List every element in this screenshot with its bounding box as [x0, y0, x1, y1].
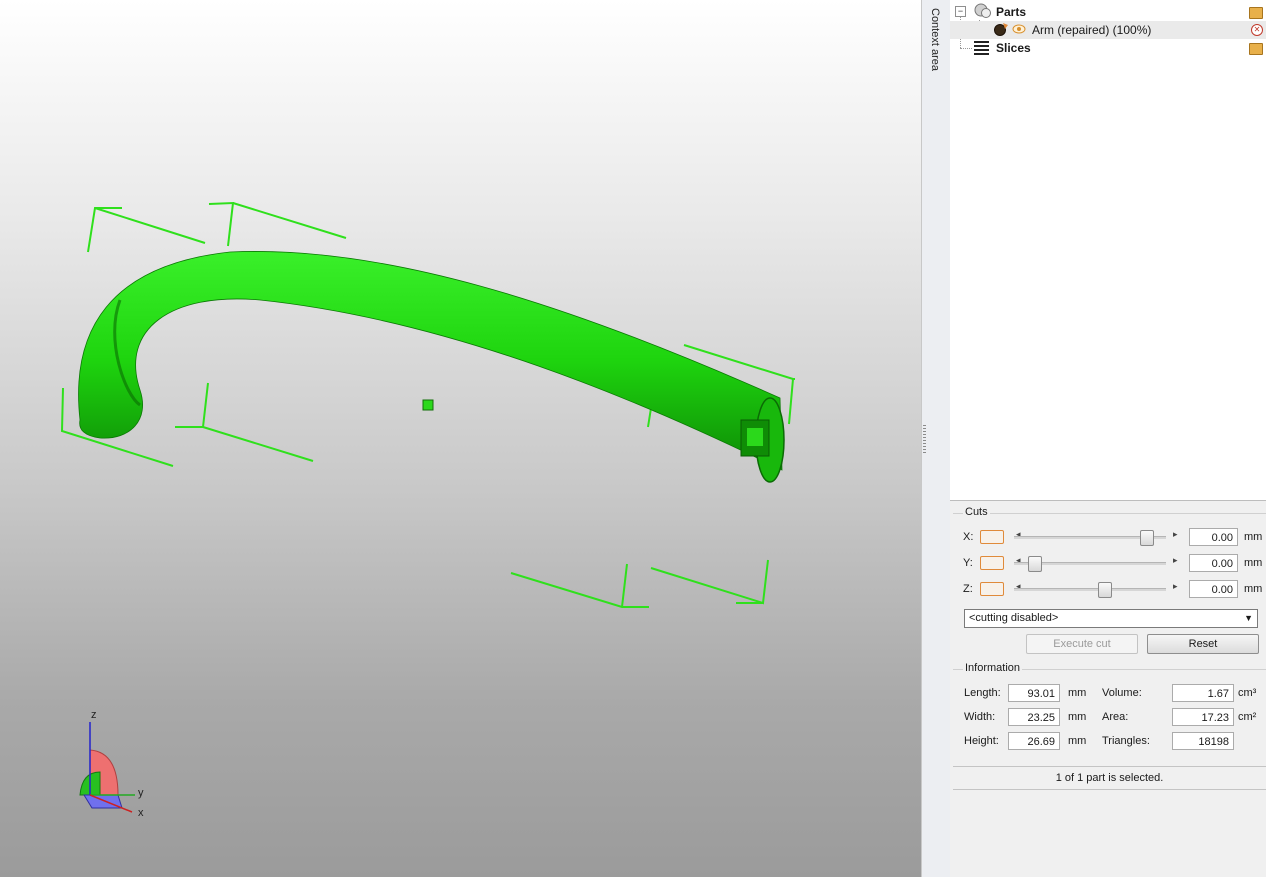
cut-z-label: Z: — [963, 583, 973, 595]
cut-mode-select[interactable]: <cutting disabled> ▼ — [964, 609, 1258, 628]
height-value: 26.69 — [1008, 732, 1060, 750]
selection-status: 1 of 1 part is selected. — [953, 766, 1266, 790]
triangles-value: 18198 — [1172, 732, 1234, 750]
slider-right-arrow-icon[interactable]: ▸ — [1173, 581, 1178, 592]
splitter-grip[interactable] — [923, 425, 926, 455]
length-unit: mm — [1068, 687, 1087, 699]
width-value: 23.25 — [1008, 708, 1060, 726]
cut-y-color-chip[interactable] — [980, 556, 1004, 570]
length-label: Length: — [964, 687, 1001, 699]
reset-button[interactable]: Reset — [1147, 634, 1259, 654]
pivot-marker — [422, 399, 434, 411]
length-value: 93.01 — [1008, 684, 1060, 702]
cut-y-unit: mm — [1244, 557, 1263, 569]
cut-mode-value: <cutting disabled> — [969, 612, 1059, 624]
volume-unit: cm³ — [1238, 687, 1257, 699]
slices-label: Slices — [996, 41, 1031, 55]
volume-value: 1.67 — [1172, 684, 1234, 702]
cut-z-input[interactable]: 0.00 — [1189, 580, 1238, 598]
cut-x-label: X: — [963, 531, 974, 543]
open-folder-icon[interactable] — [1249, 43, 1263, 55]
execute-cut-button[interactable]: Execute cut — [1026, 634, 1138, 654]
axes-gizmo — [79, 722, 135, 813]
y-axis-label: y — [138, 787, 144, 799]
context-area-label: Context area — [929, 8, 941, 71]
width-label: Width: — [964, 711, 996, 723]
parts-tree[interactable]: − Parts Arm (repaired) (100%) ✕ Slices — [950, 0, 1266, 501]
remove-part-icon[interactable]: ✕ — [1251, 24, 1263, 36]
volume-label: Volume: — [1102, 687, 1142, 699]
slices-icon — [974, 41, 989, 55]
collapse-icon[interactable]: − — [955, 6, 966, 17]
cut-z-slider-thumb[interactable] — [1098, 582, 1112, 598]
triangles-label: Triangles: — [1102, 735, 1150, 747]
z-axis-label: z — [91, 709, 97, 721]
area-value: 17.23 — [1172, 708, 1234, 726]
part-icon — [994, 23, 1008, 36]
right-panel: − Parts Arm (repaired) (100%) ✕ Slices C… — [950, 0, 1266, 877]
arm-model — [78, 251, 785, 483]
scene-canvas — [60, 201, 795, 813]
cut-x-slider-thumb[interactable] — [1140, 530, 1154, 546]
tree-item-slices[interactable]: Slices — [950, 39, 1266, 57]
chevron-down-icon[interactable]: ▼ — [1244, 610, 1253, 627]
cut-y-slider-thumb[interactable] — [1028, 556, 1042, 572]
part-label: Arm (repaired) (100%) — [1032, 23, 1152, 37]
cut-row-y: Y: ◂ ▸ 0.00 mm — [963, 554, 1263, 574]
area-label: Area: — [1102, 711, 1129, 723]
slider-right-arrow-icon[interactable]: ▸ — [1173, 555, 1178, 566]
height-label: Height: — [964, 735, 999, 747]
information-title: Information — [963, 662, 1023, 674]
parts-icon — [974, 3, 991, 18]
x-axis-label: x — [138, 807, 144, 819]
cut-y-input[interactable]: 0.00 — [1189, 554, 1238, 572]
cut-row-x: X: ◂ ▸ 0.00 mm — [963, 528, 1263, 548]
tree-item-parts[interactable]: − Parts — [950, 3, 1266, 21]
cut-x-input[interactable]: 0.00 — [1189, 528, 1238, 546]
cut-z-unit: mm — [1244, 583, 1263, 595]
width-unit: mm — [1068, 711, 1087, 723]
parts-label: Parts — [996, 5, 1027, 19]
context-area-tab[interactable]: Context area — [921, 0, 951, 877]
cut-y-label: Y: — [963, 557, 973, 569]
3d-viewport[interactable]: z y x — [0, 0, 921, 877]
cut-z-color-chip[interactable] — [980, 582, 1004, 596]
eye-icon[interactable] — [1012, 23, 1026, 35]
open-folder-icon[interactable] — [1249, 7, 1263, 19]
cut-x-unit: mm — [1244, 531, 1263, 543]
cut-row-z: Z: ◂ ▸ 0.00 mm — [963, 580, 1263, 600]
slider-right-arrow-icon[interactable]: ▸ — [1173, 529, 1178, 540]
tree-item-arm[interactable]: Arm (repaired) (100%) ✕ — [950, 21, 1266, 39]
cut-z-slider[interactable] — [1014, 588, 1166, 591]
cuts-title: Cuts — [963, 506, 990, 518]
area-unit: cm² — [1238, 711, 1257, 723]
cut-x-color-chip[interactable] — [980, 530, 1004, 544]
height-unit: mm — [1068, 735, 1087, 747]
